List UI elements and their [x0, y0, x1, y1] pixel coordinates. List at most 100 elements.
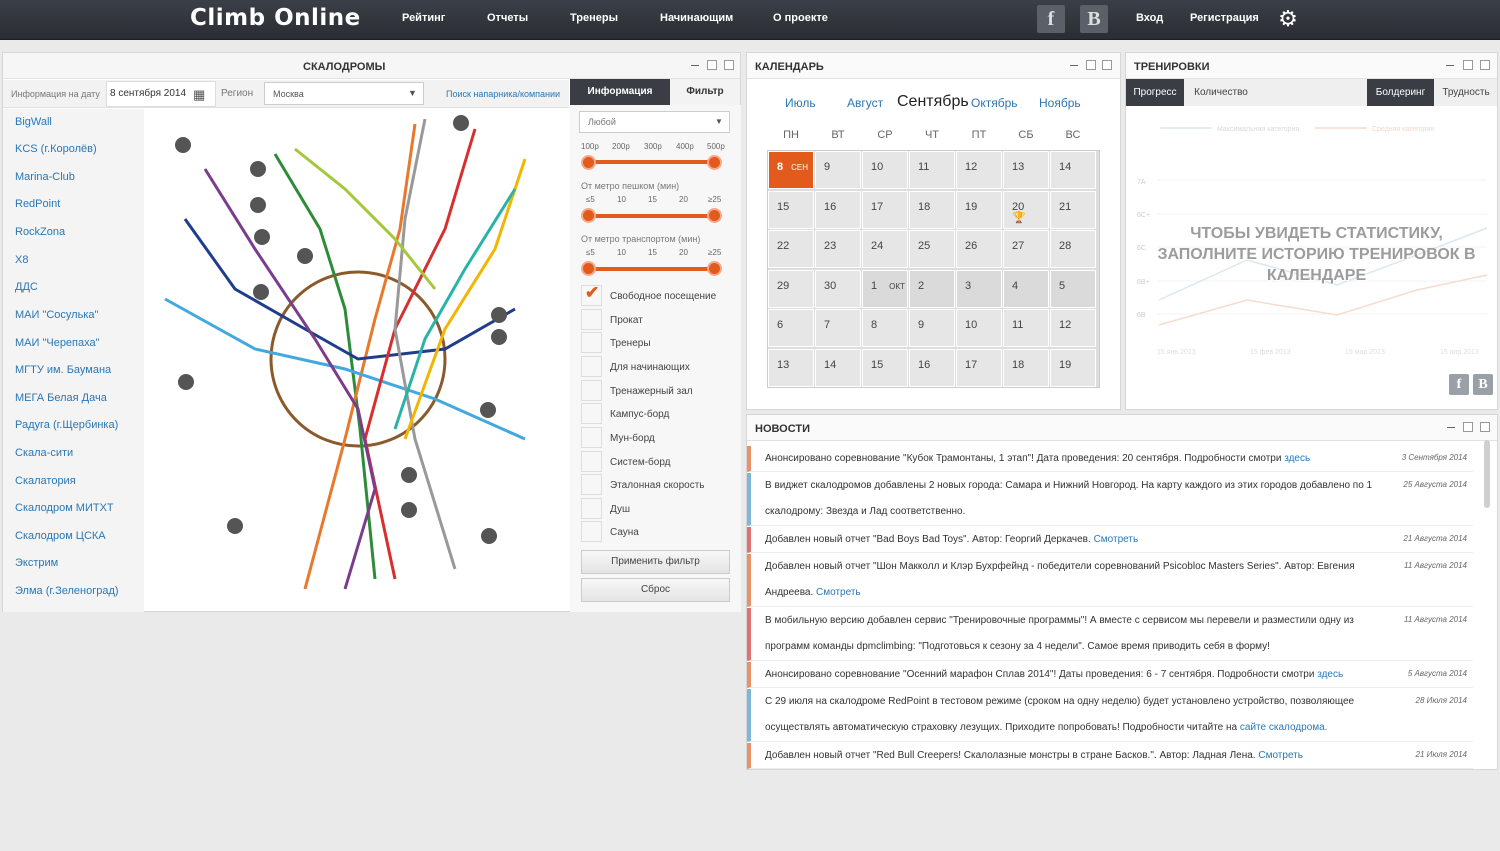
maximize-icon[interactable] — [724, 60, 734, 70]
calendar-day-cell[interactable]: 21 — [1050, 190, 1096, 229]
calendar-day-cell[interactable]: 19 — [956, 190, 1002, 229]
reset-filter-button[interactable]: Сброс — [581, 578, 730, 602]
news-link[interactable]: Смотреть — [1258, 750, 1303, 761]
news-link[interactable]: здесь — [1317, 669, 1343, 680]
gym-item[interactable]: МЕГА Белая Дача — [15, 392, 107, 404]
calendar-day-cell[interactable]: 23 — [815, 230, 861, 268]
tab-filter[interactable]: Фильтр — [670, 79, 740, 105]
gear-icon[interactable]: ⚙ — [1277, 8, 1299, 30]
calendar-day-cell[interactable]: 8 — [862, 309, 908, 347]
month-october[interactable]: Октябрь — [971, 96, 1018, 110]
gym-item[interactable]: Скала-сити — [15, 447, 73, 459]
partner-search-link[interactable]: Поиск напарника/компании — [446, 89, 560, 99]
minimize-icon[interactable] — [1446, 65, 1454, 66]
news-link[interactable]: Смотреть — [816, 587, 861, 598]
price-slider-min-handle[interactable] — [581, 155, 596, 170]
trophy-icon[interactable]: 🏆 — [1012, 212, 1048, 224]
calendar-day-cell[interactable]: 4 — [1003, 269, 1049, 308]
month-august[interactable]: Август — [847, 96, 883, 110]
gym-item[interactable]: X8 — [15, 254, 28, 266]
news-link[interactable]: здесь — [1284, 453, 1310, 464]
calendar-day-cell[interactable]: 15 — [862, 348, 908, 387]
price-slider-track[interactable] — [589, 160, 717, 164]
minimize-icon[interactable] — [1070, 65, 1078, 66]
facebook-share-icon[interactable]: f — [1449, 374, 1469, 395]
gym-item[interactable]: RedPoint — [15, 198, 60, 210]
calendar-day-cell[interactable]: 15 — [768, 190, 814, 229]
calendar-day-cell[interactable]: 30 — [815, 269, 861, 308]
tab-difficulty[interactable]: Трудность — [1436, 79, 1496, 106]
tab-progress[interactable]: Прогресс — [1126, 79, 1184, 106]
price-select[interactable]: Любой ▼ — [579, 111, 730, 133]
calendar-day-cell[interactable]: 27 — [1003, 230, 1049, 268]
register-link[interactable]: Регистрация — [1190, 12, 1259, 24]
nav-rating[interactable]: Рейтинг — [402, 12, 445, 24]
gym-item[interactable]: МГТУ им. Баумана — [15, 364, 111, 376]
vkontakte-icon[interactable]: B — [1080, 5, 1108, 33]
gym-item[interactable]: Скалодром МИТХТ — [15, 502, 114, 514]
calendar-day-cell[interactable]: 17 — [956, 348, 1002, 387]
metro-map[interactable] — [145, 109, 569, 612]
transport-slider-track[interactable] — [589, 267, 717, 271]
gym-item[interactable]: Скалодром ЦСКА — [15, 530, 106, 542]
nav-reports[interactable]: Отчеты — [487, 12, 528, 24]
restore-icon[interactable] — [707, 60, 717, 70]
gym-item[interactable]: Радуга (г.Щербинка) — [15, 419, 118, 431]
vkontakte-share-icon[interactable]: B — [1473, 374, 1493, 395]
restore-icon[interactable] — [1086, 60, 1096, 70]
walk-slider-min-handle[interactable] — [581, 208, 596, 223]
gym-item[interactable]: RockZona — [15, 226, 65, 238]
checkbox-beginners[interactable] — [581, 356, 602, 377]
price-slider-max-handle[interactable] — [707, 155, 722, 170]
calendar-day-cell[interactable]: 11 — [909, 151, 955, 189]
calendar-day-cell[interactable]: 12 — [956, 151, 1002, 189]
checkbox-campus-board[interactable] — [581, 403, 602, 424]
tab-bouldering[interactable]: Болдеринг — [1367, 79, 1434, 106]
news-scrollbar[interactable] — [1484, 440, 1490, 508]
nav-beginners[interactable]: Начинающим — [660, 12, 733, 24]
calendar-day-cell[interactable]: 10 — [956, 309, 1002, 347]
calendar-day-cell[interactable]: 9 — [909, 309, 955, 347]
gym-item[interactable]: МАИ "Черепаха" — [15, 337, 100, 349]
transport-slider-max-handle[interactable] — [707, 261, 722, 276]
gym-item[interactable]: ДДС — [15, 281, 38, 293]
calendar-day-cell[interactable]: 20 🏆 — [1003, 190, 1049, 229]
month-july[interactable]: Июль — [785, 96, 816, 110]
calendar-day-cell[interactable]: 2 — [909, 269, 955, 308]
gym-item[interactable]: Скалатория — [15, 475, 76, 487]
calendar-day-cell[interactable]: 26 — [956, 230, 1002, 268]
login-link[interactable]: Вход — [1136, 12, 1163, 24]
calendar-day-cell[interactable]: 17 — [862, 190, 908, 229]
gym-item[interactable]: Экстрим — [15, 557, 58, 569]
calendar-day-cell[interactable]: 19 — [1050, 348, 1096, 387]
minimize-icon[interactable] — [691, 65, 699, 66]
news-link[interactable]: Смотреть — [1094, 534, 1139, 545]
maximize-icon[interactable] — [1480, 422, 1490, 432]
calendar-day-cell[interactable]: 1 ОКТ — [862, 269, 908, 308]
minimize-icon[interactable] — [1447, 427, 1455, 428]
calendar-day-cell[interactable]: 13 — [768, 348, 814, 387]
calendar-day-cell[interactable]: 18 — [909, 190, 955, 229]
gym-item[interactable]: Элма (г.Зеленоград) — [15, 585, 119, 597]
calendar-day-cell[interactable]: 8 СЕН — [768, 151, 814, 189]
checkbox-trainers[interactable] — [581, 332, 602, 353]
calendar-day-cell[interactable]: 18 — [1003, 348, 1049, 387]
calendar-day-cell[interactable]: 11 — [1003, 309, 1049, 347]
checkbox-rental[interactable] — [581, 309, 602, 330]
calendar-day-cell[interactable]: 9 — [815, 151, 861, 189]
calendar-day-cell[interactable]: 10 — [862, 151, 908, 189]
checkbox-system-board[interactable] — [581, 451, 602, 472]
checkbox-gym[interactable] — [581, 380, 602, 401]
calendar-day-cell[interactable]: 13 — [1003, 151, 1049, 189]
checkbox-sauna[interactable] — [581, 521, 602, 542]
calendar-grid-icon[interactable]: ▦ — [193, 87, 205, 103]
checkbox-free-visit[interactable]: ✔ — [581, 283, 602, 306]
calendar-day-cell[interactable]: 16 — [909, 348, 955, 387]
calendar-day-cell[interactable]: 14 — [815, 348, 861, 387]
calendar-day-cell[interactable]: 25 — [909, 230, 955, 268]
maximize-icon[interactable] — [1480, 60, 1490, 70]
calendar-day-cell[interactable]: 24 — [862, 230, 908, 268]
gym-item[interactable]: KCS (г.Королёв) — [15, 143, 97, 155]
checkbox-speed[interactable] — [581, 474, 602, 495]
calendar-day-cell[interactable]: 14 — [1050, 151, 1096, 189]
